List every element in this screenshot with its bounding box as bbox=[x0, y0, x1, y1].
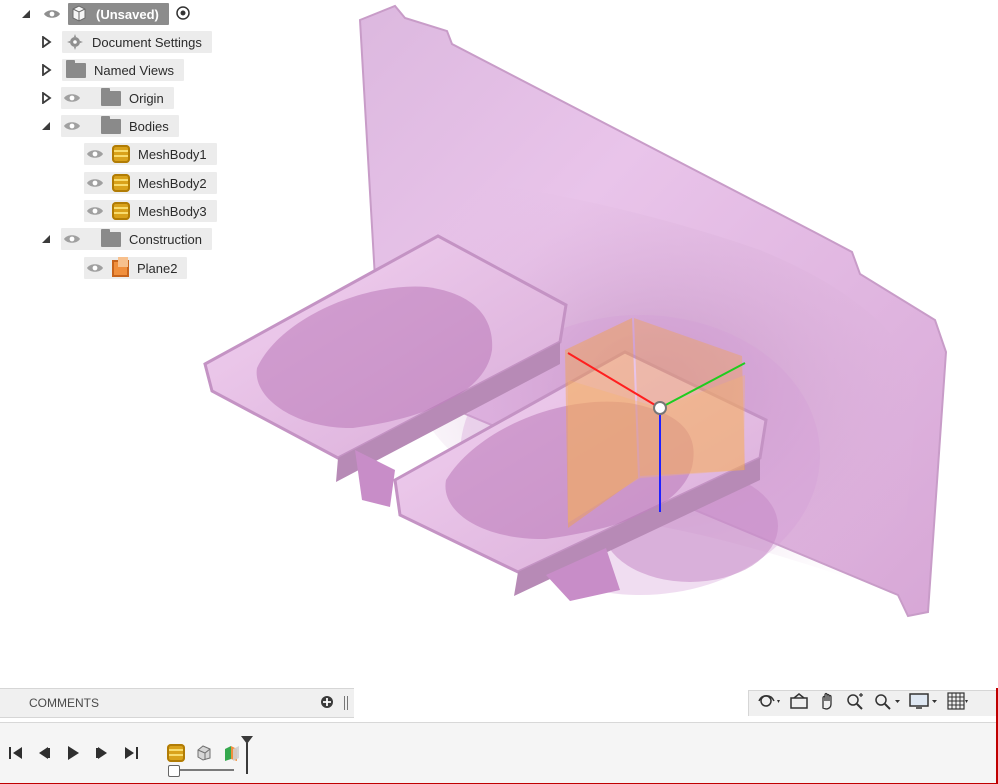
next-icon[interactable] bbox=[92, 743, 112, 763]
mesh-feature-icon[interactable] bbox=[166, 743, 186, 763]
browser-root[interactable]: (Unsaved) bbox=[19, 2, 191, 26]
expand-triangle-icon[interactable] bbox=[39, 35, 53, 49]
end-icon[interactable] bbox=[121, 743, 141, 763]
play-icon[interactable] bbox=[63, 743, 83, 763]
collapse-triangle-icon[interactable] bbox=[39, 232, 53, 246]
panel-resize-handle[interactable] bbox=[344, 696, 348, 710]
plane-feature-icon[interactable] bbox=[222, 743, 242, 763]
display-settings-icon[interactable] bbox=[909, 692, 939, 715]
browser-item-plane2[interactable]: Plane2 bbox=[84, 256, 188, 280]
browser-item-document-settings[interactable]: Document Settings bbox=[39, 30, 212, 54]
browser-item-label: Origin bbox=[129, 90, 164, 106]
folder-icon bbox=[101, 228, 121, 247]
fit-icon[interactable] bbox=[873, 692, 901, 715]
eye-icon[interactable] bbox=[63, 233, 81, 245]
eye-icon[interactable] bbox=[86, 148, 104, 160]
browser-item-label: Document Settings bbox=[92, 34, 202, 50]
eye-icon[interactable] bbox=[63, 120, 81, 132]
body-feature-icon[interactable] bbox=[194, 743, 214, 763]
comments-label: COMMENTS bbox=[29, 696, 99, 710]
mesh-body-icon bbox=[112, 145, 130, 163]
eye-icon[interactable] bbox=[86, 205, 104, 217]
mesh-body-icon bbox=[112, 174, 130, 192]
collapse-triangle-icon[interactable] bbox=[39, 119, 53, 133]
collapse-triangle-icon[interactable] bbox=[19, 7, 33, 21]
timeline-bar bbox=[0, 722, 996, 783]
folder-icon bbox=[66, 59, 86, 78]
browser-item-label: MeshBody1 bbox=[138, 146, 207, 162]
marker-icon[interactable] bbox=[240, 735, 254, 775]
comments-panel[interactable]: COMMENTS bbox=[0, 688, 354, 718]
start-icon[interactable] bbox=[6, 743, 26, 763]
mesh-body-icon bbox=[112, 202, 130, 220]
browser-item-origin[interactable]: Origin bbox=[39, 86, 174, 110]
gizmo-center[interactable] bbox=[653, 401, 667, 415]
browser-item-label: Construction bbox=[129, 231, 202, 247]
previous-icon[interactable] bbox=[34, 743, 54, 763]
gear-icon bbox=[66, 33, 84, 51]
pan-icon[interactable] bbox=[817, 692, 837, 715]
orbit-icon[interactable] bbox=[757, 692, 781, 715]
browser-item-label: MeshBody2 bbox=[138, 175, 207, 191]
browser-item-named-views[interactable]: Named Views bbox=[39, 58, 184, 82]
root-label: (Unsaved) bbox=[96, 6, 159, 22]
eye-icon[interactable] bbox=[86, 262, 104, 274]
zoom-icon[interactable] bbox=[845, 692, 865, 715]
timeline-handle[interactable] bbox=[168, 765, 180, 777]
look-at-icon[interactable] bbox=[789, 692, 809, 715]
eye-icon[interactable] bbox=[86, 177, 104, 189]
browser-item-construction[interactable]: Construction bbox=[39, 227, 212, 251]
browser-item-bodies[interactable]: Bodies bbox=[39, 114, 179, 138]
browser-item-meshbody1[interactable]: MeshBody1 bbox=[84, 142, 217, 166]
browser-panel: (Unsaved) Document Settings Named Views bbox=[12, 0, 252, 290]
grid-icon[interactable] bbox=[947, 692, 969, 715]
browser-item-label: MeshBody3 bbox=[138, 203, 207, 219]
browser-item-label: Plane2 bbox=[137, 260, 178, 276]
browser-item-label: Bodies bbox=[129, 118, 169, 134]
browser-item-meshbody2[interactable]: MeshBody2 bbox=[84, 171, 217, 195]
add-comment-icon[interactable] bbox=[320, 695, 334, 712]
folder-icon bbox=[101, 87, 121, 106]
mesh-body-icon bbox=[167, 744, 185, 762]
active-radio-icon[interactable] bbox=[175, 5, 191, 24]
component-icon bbox=[70, 4, 88, 25]
expand-triangle-icon[interactable] bbox=[39, 63, 53, 77]
plane-icon bbox=[112, 256, 129, 277]
navigation-toolbar bbox=[748, 690, 996, 716]
eye-icon[interactable] bbox=[43, 8, 61, 20]
folder-icon bbox=[101, 115, 121, 134]
eye-icon[interactable] bbox=[63, 92, 81, 104]
browser-item-label: Named Views bbox=[94, 62, 174, 78]
expand-triangle-icon[interactable] bbox=[39, 91, 53, 105]
browser-item-meshbody3[interactable]: MeshBody3 bbox=[84, 199, 217, 223]
